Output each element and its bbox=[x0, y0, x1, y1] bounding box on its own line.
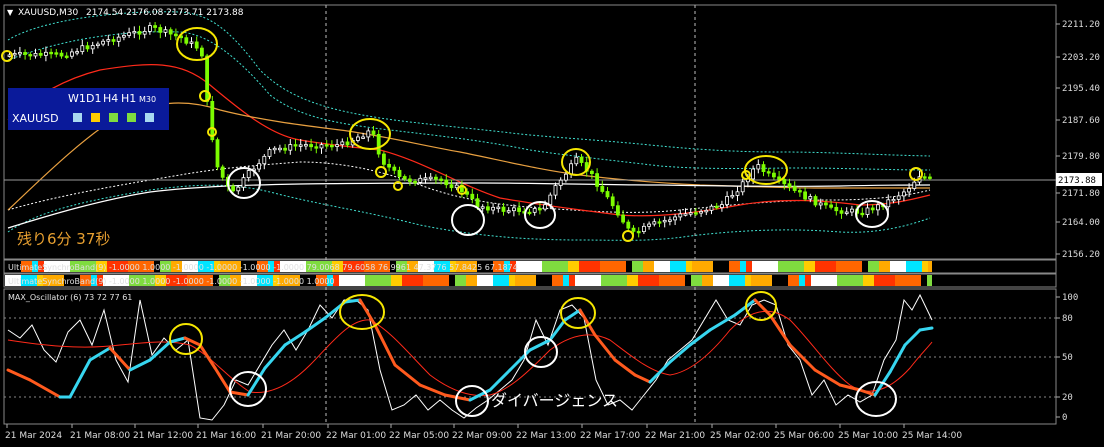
collapse-triangle-icon: ▼ bbox=[7, 8, 14, 17]
chart-header: ▼ XAUUSD,M30 2174.54 2176.08 2173.71 217… bbox=[7, 8, 244, 18]
osc-tick-label: 50 bbox=[1062, 353, 1073, 363]
time-tick-label: 21 Mar 12:00 bbox=[133, 431, 193, 441]
oscillator-label: MAX_Oscillator (6) 73 72 77 61 bbox=[8, 293, 132, 302]
timeframe-label-m30[interactable]: M30 bbox=[139, 95, 156, 104]
timeframe-status-box bbox=[109, 113, 118, 122]
time-tick-label: 22 Mar 09:00 bbox=[452, 431, 512, 441]
candle-countdown: 残り6分 37秒 bbox=[17, 230, 110, 248]
price-tick-label: 2164.00 bbox=[1062, 218, 1100, 228]
current-price-tag: 2173.88 bbox=[1056, 173, 1102, 186]
time-tick-label: 21 Mar 08:00 bbox=[70, 431, 130, 441]
band2-label: UltimateSynchroBand(9) -1.0000 1.0000 -1… bbox=[8, 277, 335, 286]
price-tick-label: 2211.20 bbox=[1062, 20, 1100, 30]
price-tick-label: 2156.20 bbox=[1062, 250, 1100, 260]
price-tick-label: 2179.80 bbox=[1062, 152, 1100, 162]
time-tick-label: 21 Mar 20:00 bbox=[261, 431, 321, 441]
price-tick-label: 2195.40 bbox=[1062, 84, 1100, 94]
time-tick-label: 22 Mar 21:00 bbox=[645, 431, 705, 441]
time-tick-label: 21 Mar 16:00 bbox=[196, 431, 256, 441]
time-tick-label: 22 Mar 13:00 bbox=[516, 431, 576, 441]
timeframe-label-h4[interactable]: H4 bbox=[103, 92, 118, 105]
time-tick-label: 25 Mar 06:00 bbox=[774, 431, 834, 441]
timeframe-label-d1[interactable]: D1 bbox=[86, 92, 101, 105]
timeframe-status-box bbox=[73, 113, 82, 122]
time-tick-label: 25 Mar 02:00 bbox=[710, 431, 770, 441]
band1-label: UltimateSynchroBand(9) -1.0000 1.0000 -1… bbox=[8, 263, 518, 272]
price-tick-label: 2171.80 bbox=[1062, 189, 1100, 199]
price-tick-label: 2203.20 bbox=[1062, 53, 1100, 63]
timeframe-status-box bbox=[91, 113, 100, 122]
divergence-annotation: ダイバージェンス bbox=[491, 391, 618, 410]
osc-tick-label: 0 bbox=[1062, 413, 1067, 423]
osc-tick-label: 80 bbox=[1062, 314, 1073, 324]
timeframe-panel[interactable]: W1 D1 H4 H1 M30 XAUUSD bbox=[8, 88, 169, 130]
chart-canvas[interactable]: 2211.20 2203.20 2195.40 2187.60 2179.80 2171.… bbox=[0, 0, 1104, 447]
timeframe-label-w1[interactable]: W1 bbox=[68, 92, 86, 105]
timeframe-label-h1[interactable]: H1 bbox=[121, 92, 136, 105]
time-tick-label: 22 Mar 17:00 bbox=[580, 431, 640, 441]
time-tick-label: 22 Mar 01:00 bbox=[326, 431, 386, 441]
time-tick-label: 22 Mar 05:00 bbox=[389, 431, 449, 441]
timeframe-status-box bbox=[127, 113, 136, 122]
ohlc-values: 2174.54 2176.08 2173.71 2173.88 bbox=[86, 8, 244, 18]
symbol-title: XAUUSD,M30 bbox=[18, 8, 78, 18]
panel-symbol: XAUUSD bbox=[12, 112, 59, 125]
current-price-label: 2173.88 bbox=[1058, 176, 1096, 186]
timeframe-status-box bbox=[145, 113, 154, 122]
time-tick-label: 21 Mar 2024 bbox=[5, 431, 62, 441]
price-tick-label: 2187.60 bbox=[1062, 116, 1100, 126]
osc-tick-label: 100 bbox=[1062, 293, 1078, 303]
time-tick-label: 25 Mar 14:00 bbox=[902, 431, 962, 441]
time-tick-label: 25 Mar 10:00 bbox=[838, 431, 898, 441]
osc-tick-label: 20 bbox=[1062, 393, 1073, 403]
